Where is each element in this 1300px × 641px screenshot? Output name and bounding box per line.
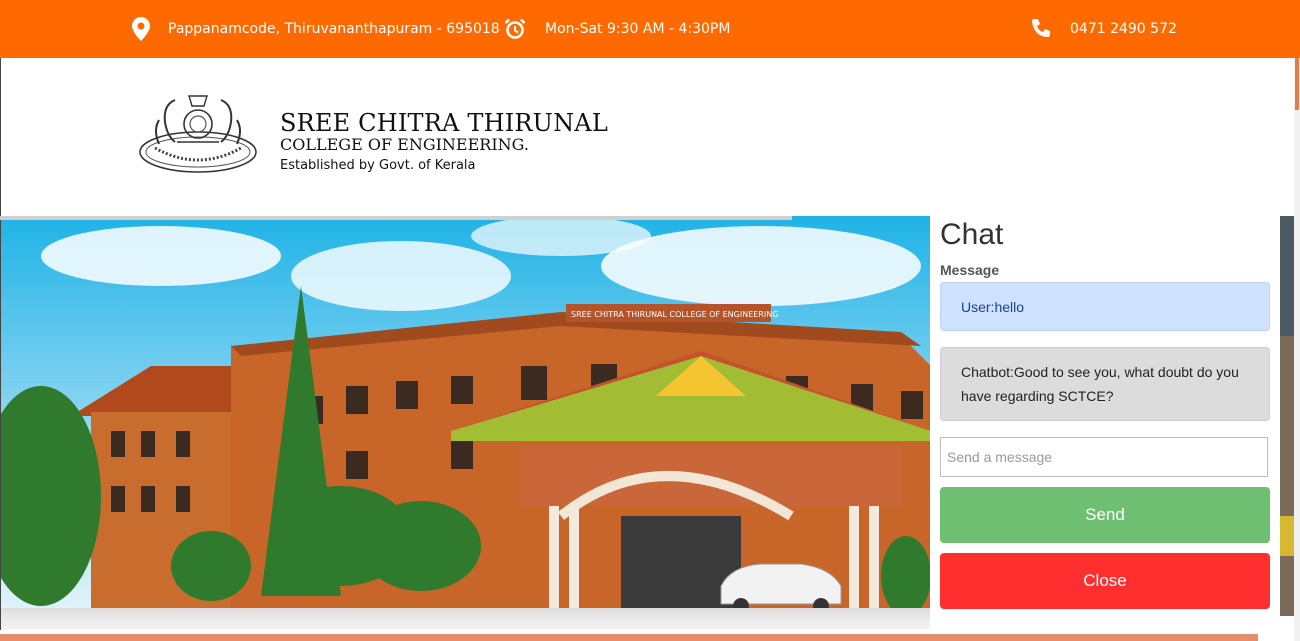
address-text: Pappanamcode, Thiruvananthapuram - 69501… (168, 21, 500, 37)
adjacent-slide-sliver (1280, 216, 1294, 616)
hero-top-divider (0, 216, 792, 220)
bottom-accent-strip (0, 634, 1258, 641)
site-header: SREE CHITRA THIRUNAL COLLEGE OF ENGINEER… (0, 58, 1294, 216)
top-info-bar: Pappanamcode, Thiruvananthapuram - 69501… (0, 0, 1300, 58)
hours-item: Mon-Sat 9:30 AM - 4:30PM (504, 0, 730, 58)
alarm-clock-icon (504, 18, 526, 40)
close-button[interactable]: Close (940, 553, 1270, 609)
message-label: Message (940, 262, 1000, 278)
college-name-line2: COLLEGE OF ENGINEERING. (280, 135, 529, 154)
college-tagline: Established by Govt. of Kerala (280, 158, 476, 173)
chatbot-message-bubble: Chatbot:Good to see you, what doubt do y… (940, 347, 1270, 421)
page-scrollbar[interactable] (1294, 0, 1300, 641)
chat-title: Chat (940, 218, 1004, 251)
phone-text: 0471 2490 572 (1070, 21, 1177, 37)
college-name-line1: SREE CHITRA THIRUNAL (280, 109, 608, 137)
college-name-block: SREE CHITRA THIRUNAL COLLEGE OF ENGINEER… (280, 110, 608, 173)
phone-item: 0471 2490 572 (1030, 0, 1177, 58)
location-pin-icon (130, 17, 152, 41)
college-emblem-logo[interactable] (137, 90, 259, 178)
building-sign-text: SREE CHITRA THIRUNAL COLLEGE OF ENGINEER… (571, 310, 778, 319)
message-input[interactable] (940, 437, 1268, 477)
phone-icon (1030, 18, 1052, 40)
user-message-bubble: User:hello (940, 282, 1270, 331)
hours-text: Mon-Sat 9:30 AM - 4:30PM (545, 21, 731, 37)
address-item: Pappanamcode, Thiruvananthapuram - 69501… (130, 0, 500, 58)
campus-building-photo: SREE CHITRA THIRUNAL COLLEGE OF ENGINEER… (0, 216, 930, 630)
chat-panel: Chat Message User:hello Chatbot:Good to … (930, 216, 1280, 630)
send-button[interactable]: Send (940, 487, 1270, 543)
